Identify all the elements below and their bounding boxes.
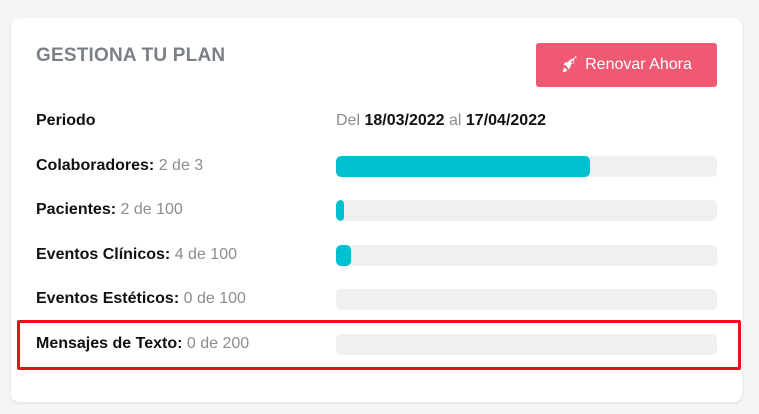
renew-now-label: Renovar Ahora (585, 56, 692, 73)
period-to-date: 17/04/2022 (465, 112, 546, 129)
usage-progress-bar (336, 333, 717, 355)
usage-row-patients: Pacientes: 2 de 100 (36, 198, 717, 222)
card-title: GESTIONA TU PLAN (36, 45, 226, 66)
period-row: Periodo Del 18/03/2022 al 17/04/2022 (36, 109, 717, 133)
period-value: Del 18/03/2022 al 17/04/2022 (336, 112, 546, 130)
usage-progress-bar (336, 155, 717, 177)
usage-count: 0 de 100 (183, 290, 246, 307)
usage-row-aesthetic-events: Eventos Estéticos: 0 de 100 (36, 287, 717, 311)
usage-count: 4 de 100 (174, 246, 237, 263)
usage-label: Eventos Clínicos: 4 de 100 (36, 246, 237, 263)
rocket-icon (561, 56, 579, 74)
usage-label: Mensajes de Texto: 0 de 200 (36, 335, 250, 352)
usage-count: 2 de 100 (120, 201, 183, 218)
usage-progress-fill (336, 155, 590, 177)
usage-count: 0 de 200 (186, 335, 250, 352)
usage-progress-fill (336, 199, 344, 221)
plan-card: GESTIONA TU PLAN Renovar Ahora Periodo D… (11, 18, 742, 402)
usage-row-text-messages: Mensajes de Texto: 0 de 200 (36, 332, 717, 356)
usage-row-clinical-events: Eventos Clínicos: 4 de 100 (36, 243, 717, 267)
period-label: Periodo (36, 112, 96, 129)
usage-progress-bar (336, 288, 717, 310)
usage-label: Colaboradores: 2 de 3 (36, 157, 204, 174)
period-connector: al (449, 112, 462, 129)
usage-count: 2 de 3 (158, 157, 204, 174)
period-from-prefix: Del (336, 112, 361, 129)
usage-label: Eventos Estéticos: 0 de 100 (36, 290, 246, 307)
usage-progress-bar (336, 199, 717, 221)
usage-progress-bar (336, 244, 717, 266)
usage-progress-fill (336, 244, 352, 266)
period-from-date: 18/03/2022 (364, 112, 445, 129)
usage-row-collaborators: Colaboradores: 2 de 3 (36, 154, 717, 178)
renew-now-button[interactable]: Renovar Ahora (536, 43, 717, 87)
usage-label: Pacientes: 2 de 100 (36, 201, 183, 218)
